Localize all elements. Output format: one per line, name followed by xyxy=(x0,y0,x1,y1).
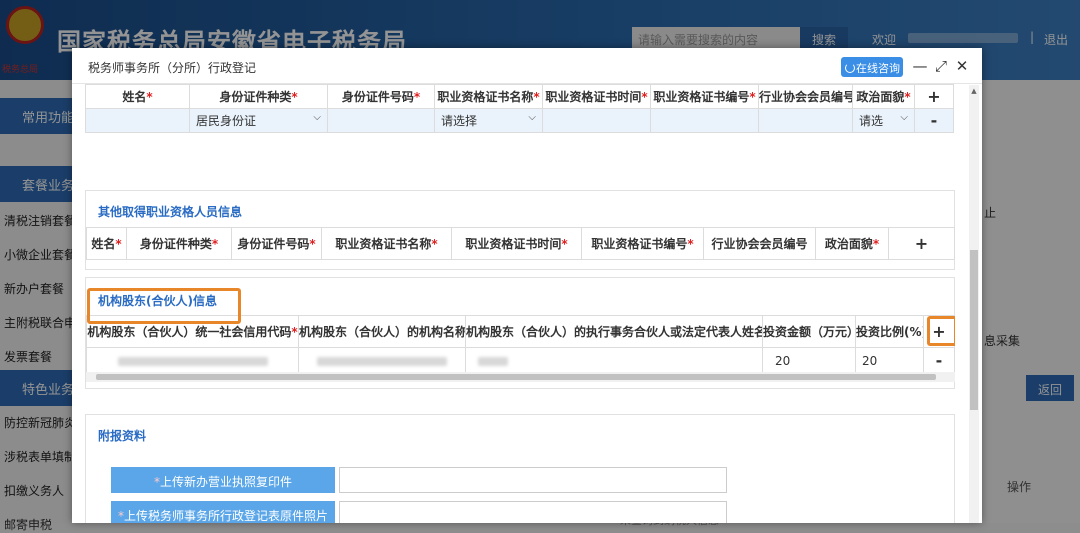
section-title-others: 其他取得职业资格人员信息 xyxy=(98,205,243,219)
upload-license-button[interactable]: *上传新办营业执照复印件 xyxy=(111,467,335,493)
col-political: 政治面貌* xyxy=(852,84,915,109)
chevron-down-icon: ⌵ xyxy=(313,112,321,123)
col-representative: 机构股东（合伙人）的执行事务合伙人或法定代表人姓名 xyxy=(465,315,763,348)
col-cert-name: 职业资格证书名称* xyxy=(434,84,543,109)
section-title-attachments: 附报资料 xyxy=(98,429,147,443)
dialog-title-bar: 税务师事务所（分所）行政登记 在线咨询 — ⤢ ✕ xyxy=(72,48,982,84)
col-member-number: 行业协会会员编号 xyxy=(758,84,853,109)
attachments-section: 附报资料 *上传新办营业执照复印件 *上传税务师事务所行政登记表原件照片 xyxy=(85,414,955,523)
col-member-number: 行业协会会员编号 xyxy=(703,227,816,260)
practitioner-table: 姓名* 身份证件种类* 身份证件号码* 职业资格证书名称* 职业资格证书时间* … xyxy=(85,84,954,133)
cert-number-input[interactable] xyxy=(650,108,759,133)
remove-row-button[interactable]: - xyxy=(923,347,955,374)
add-row-button[interactable]: + xyxy=(914,84,954,109)
table-row: 居民身份证 ⌵ 请选择 ⌵ 请选 ⌵ - xyxy=(85,108,954,133)
col-investment: 投资金额（万元） xyxy=(762,315,856,348)
others-table: 姓名* 身份证件种类* 身份证件号码* 职业资格证书名称* 职业资格证书时间* … xyxy=(86,227,955,260)
upload-license-field[interactable] xyxy=(339,467,727,493)
dialog-vertical-scrollbar[interactable]: ▲ xyxy=(969,85,979,523)
add-button-highlight-box xyxy=(927,316,955,346)
col-ratio: 投资比例(%) xyxy=(855,315,924,348)
scroll-up-icon[interactable]: ▲ xyxy=(970,87,978,95)
member-number-input[interactable] xyxy=(758,108,853,133)
col-cert-time: 职业资格证书时间* xyxy=(542,84,651,109)
col-cert-number: 职业资格证书编号* xyxy=(581,227,704,260)
close-icon[interactable]: ✕ xyxy=(954,57,970,75)
col-id-number: 身份证件号码* xyxy=(327,84,435,109)
col-name: 姓名* xyxy=(85,84,190,109)
chevron-down-icon: ⌵ xyxy=(528,112,536,123)
investment-input[interactable]: 20 xyxy=(762,347,856,374)
table-header-row: 姓名* 身份证件种类* 身份证件号码* 职业资格证书名称* 职业资格证书时间* … xyxy=(86,227,955,260)
scrollbar-thumb[interactable] xyxy=(96,374,936,380)
consult-label: 在线咨询 xyxy=(856,62,900,75)
dialog-content: 姓名* 身份证件种类* 身份证件号码* 职业资格证书名称* 职业资格证书时间* … xyxy=(85,84,955,523)
col-name: 姓名* xyxy=(86,227,127,260)
add-row-button[interactable]: + xyxy=(888,227,955,260)
upload-registration-photo-button[interactable]: *上传税务师事务所行政登记表原件照片 xyxy=(111,501,335,523)
scrollbar-thumb[interactable] xyxy=(970,250,978,410)
name-input[interactable] xyxy=(85,108,190,133)
col-cert-number: 职业资格证书编号* xyxy=(650,84,759,109)
table-header-row: 姓名* 身份证件种类* 身份证件号码* 职业资格证书名称* 职业资格证书时间* … xyxy=(85,84,954,109)
col-id-type: 身份证件种类* xyxy=(189,84,328,109)
headset-icon xyxy=(845,63,855,73)
col-id-type: 身份证件种类* xyxy=(126,227,232,260)
upload-registration-photo-field[interactable] xyxy=(339,501,727,523)
political-select[interactable]: 请选 ⌵ xyxy=(852,108,915,133)
representative-input[interactable] xyxy=(465,347,763,374)
col-id-number: 身份证件号码* xyxy=(231,227,322,260)
id-number-input[interactable] xyxy=(327,108,435,133)
title-highlight-box xyxy=(87,288,241,324)
horizontal-scrollbar[interactable] xyxy=(86,372,955,382)
online-consult-button[interactable]: 在线咨询 xyxy=(841,57,903,77)
chevron-down-icon: ⌵ xyxy=(900,112,908,123)
col-cert-time: 职业资格证书时间* xyxy=(451,227,582,260)
others-section: 其他取得职业资格人员信息 姓名* 身份证件种类* 身份证件号码* 职业资格证书名… xyxy=(85,190,955,270)
minimize-icon[interactable]: — xyxy=(912,57,928,75)
id-type-select[interactable]: 居民身份证 ⌵ xyxy=(189,108,328,133)
cert-name-select[interactable]: 请选择 ⌵ xyxy=(434,108,543,133)
table-row: 20 20 - xyxy=(86,347,955,374)
col-political: 政治面貌* xyxy=(815,227,889,260)
maximize-icon[interactable]: ⤢ xyxy=(933,57,949,75)
cert-time-input[interactable] xyxy=(542,108,651,133)
remove-row-button[interactable]: - xyxy=(914,108,954,133)
credit-code-input[interactable] xyxy=(86,347,299,374)
dialog-title: 税务师事务所（分所）行政登记 xyxy=(88,61,257,75)
registration-dialog: 税务师事务所（分所）行政登记 在线咨询 — ⤢ ✕ ▲ 姓名* 身份证件种类* … xyxy=(72,48,982,523)
institution-name-input[interactable] xyxy=(298,347,466,374)
ratio-input[interactable]: 20 xyxy=(855,347,924,374)
col-cert-name: 职业资格证书名称* xyxy=(321,227,452,260)
col-institution-name: 机构股东（合伙人）的机构名称 xyxy=(298,315,466,348)
